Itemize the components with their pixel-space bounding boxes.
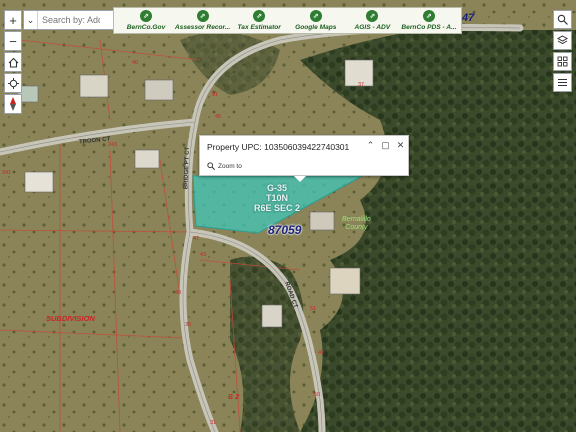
lot-number: 241 bbox=[2, 170, 12, 176]
dock-popup-button[interactable]: ▢ bbox=[380, 140, 391, 151]
layers-button[interactable] bbox=[553, 31, 572, 50]
dock-icon: ▢ bbox=[381, 140, 390, 150]
chevron-down-icon: ⌄ bbox=[26, 14, 35, 25]
lot-number: 91 bbox=[212, 92, 219, 98]
map-tools-left: + − bbox=[4, 10, 22, 115]
lot-number: 243 bbox=[108, 142, 118, 148]
lot-number: 51 bbox=[310, 306, 317, 312]
county-label: Bernalillo County bbox=[342, 216, 371, 231]
compass-icon bbox=[10, 97, 16, 111]
magnifier-icon bbox=[557, 14, 568, 25]
subdivision-label-2: S 2 bbox=[228, 392, 240, 401]
locate-icon bbox=[7, 77, 19, 89]
popup-title: Property UPC: 103506039422740301 bbox=[207, 142, 350, 152]
collapse-popup-button[interactable]: ⌃ bbox=[365, 140, 376, 151]
lot-number: 43 bbox=[200, 252, 207, 258]
subdivision-label: SUBDIVISION bbox=[46, 314, 95, 323]
lot-number: 37 bbox=[358, 82, 365, 88]
link-label: BernCo PDS - A... bbox=[401, 24, 457, 31]
lot-number: 49 bbox=[318, 350, 325, 356]
link-icon: ⇗ bbox=[422, 10, 435, 22]
search-widget: ⌄ bbox=[23, 10, 129, 30]
link-bernco-gov[interactable]: ⇗ BernCo.Gov bbox=[118, 8, 174, 33]
lot-number: 40 bbox=[132, 60, 139, 66]
list-icon bbox=[558, 79, 567, 86]
link-agis-adv[interactable]: ⇗ AGIS - ADV bbox=[344, 8, 400, 33]
lot-number: 31 bbox=[210, 420, 217, 426]
link-icon: ⇗ bbox=[309, 10, 322, 22]
link-label: BernCo.Gov bbox=[126, 24, 166, 31]
linkbar-tail-number: 47 bbox=[462, 12, 475, 24]
link-assessor-records[interactable]: ⇗ Assessor Recor... bbox=[175, 8, 231, 33]
lot-number: 45 bbox=[215, 114, 222, 120]
compass-button[interactable] bbox=[4, 94, 22, 114]
map-tools-right bbox=[553, 10, 572, 94]
grid-icon bbox=[557, 56, 568, 67]
search-input[interactable] bbox=[38, 15, 100, 25]
link-tax-estimator[interactable]: ⇗ Tax Estimator bbox=[231, 8, 287, 33]
layers-icon bbox=[557, 35, 568, 45]
home-button[interactable] bbox=[4, 52, 22, 72]
lot-number: 49 bbox=[175, 290, 182, 296]
link-label: Assessor Recor... bbox=[174, 24, 231, 31]
link-label: Tax Estimator bbox=[237, 24, 281, 31]
satellite-imagery bbox=[0, 0, 576, 432]
zip-code-label: 87059 bbox=[268, 223, 302, 237]
zoom-out-button[interactable]: − bbox=[4, 31, 22, 51]
legend-button[interactable] bbox=[553, 73, 572, 92]
map-view[interactable]: G-35 T10N R6E SEC 2 87059 SUBDIVISION S … bbox=[0, 0, 576, 432]
zoom-in-button[interactable]: + bbox=[4, 10, 22, 30]
quick-links-bar: ⇗ BernCo.Gov ⇗ Assessor Recor... ⇗ Tax E… bbox=[113, 7, 462, 34]
parcel-label: G-35 T10N R6E SEC 2 bbox=[254, 183, 301, 213]
chevron-up-icon: ⌃ bbox=[366, 140, 375, 150]
close-popup-button[interactable]: ✕ bbox=[395, 140, 406, 151]
link-icon: ⇗ bbox=[366, 10, 379, 22]
link-icon: ⇗ bbox=[253, 10, 266, 22]
property-popup: Property UPC: 103506039422740301 ⌃ ▢ ✕ Z… bbox=[199, 135, 409, 182]
link-bernco-pds[interactable]: ⇗ BernCo PDS - A... bbox=[401, 8, 457, 33]
link-icon: ⇗ bbox=[196, 10, 209, 22]
link-icon: ⇗ bbox=[140, 10, 152, 22]
close-icon: ✕ bbox=[396, 140, 405, 150]
plus-icon: + bbox=[9, 12, 17, 28]
link-google-maps[interactable]: ⇗ Google Maps bbox=[288, 8, 344, 33]
basemap-gallery-button[interactable] bbox=[553, 52, 572, 71]
link-label: AGIS - ADV bbox=[354, 24, 391, 31]
minus-icon: − bbox=[9, 33, 17, 49]
search-tool-button[interactable] bbox=[553, 10, 572, 29]
lot-number: 35 bbox=[185, 322, 192, 328]
locate-button[interactable] bbox=[4, 73, 22, 93]
lot-number: 47 bbox=[193, 236, 200, 242]
popup-pointer bbox=[294, 176, 306, 182]
zoom-to-action[interactable]: Zoom to bbox=[207, 162, 242, 170]
zoom-to-icon bbox=[207, 162, 215, 170]
search-source-dropdown[interactable]: ⌄ bbox=[24, 11, 38, 29]
lot-number: 50 bbox=[314, 392, 321, 398]
link-label: Google Maps bbox=[295, 24, 337, 31]
zoom-to-label: Zoom to bbox=[218, 162, 242, 170]
home-icon bbox=[8, 57, 18, 68]
